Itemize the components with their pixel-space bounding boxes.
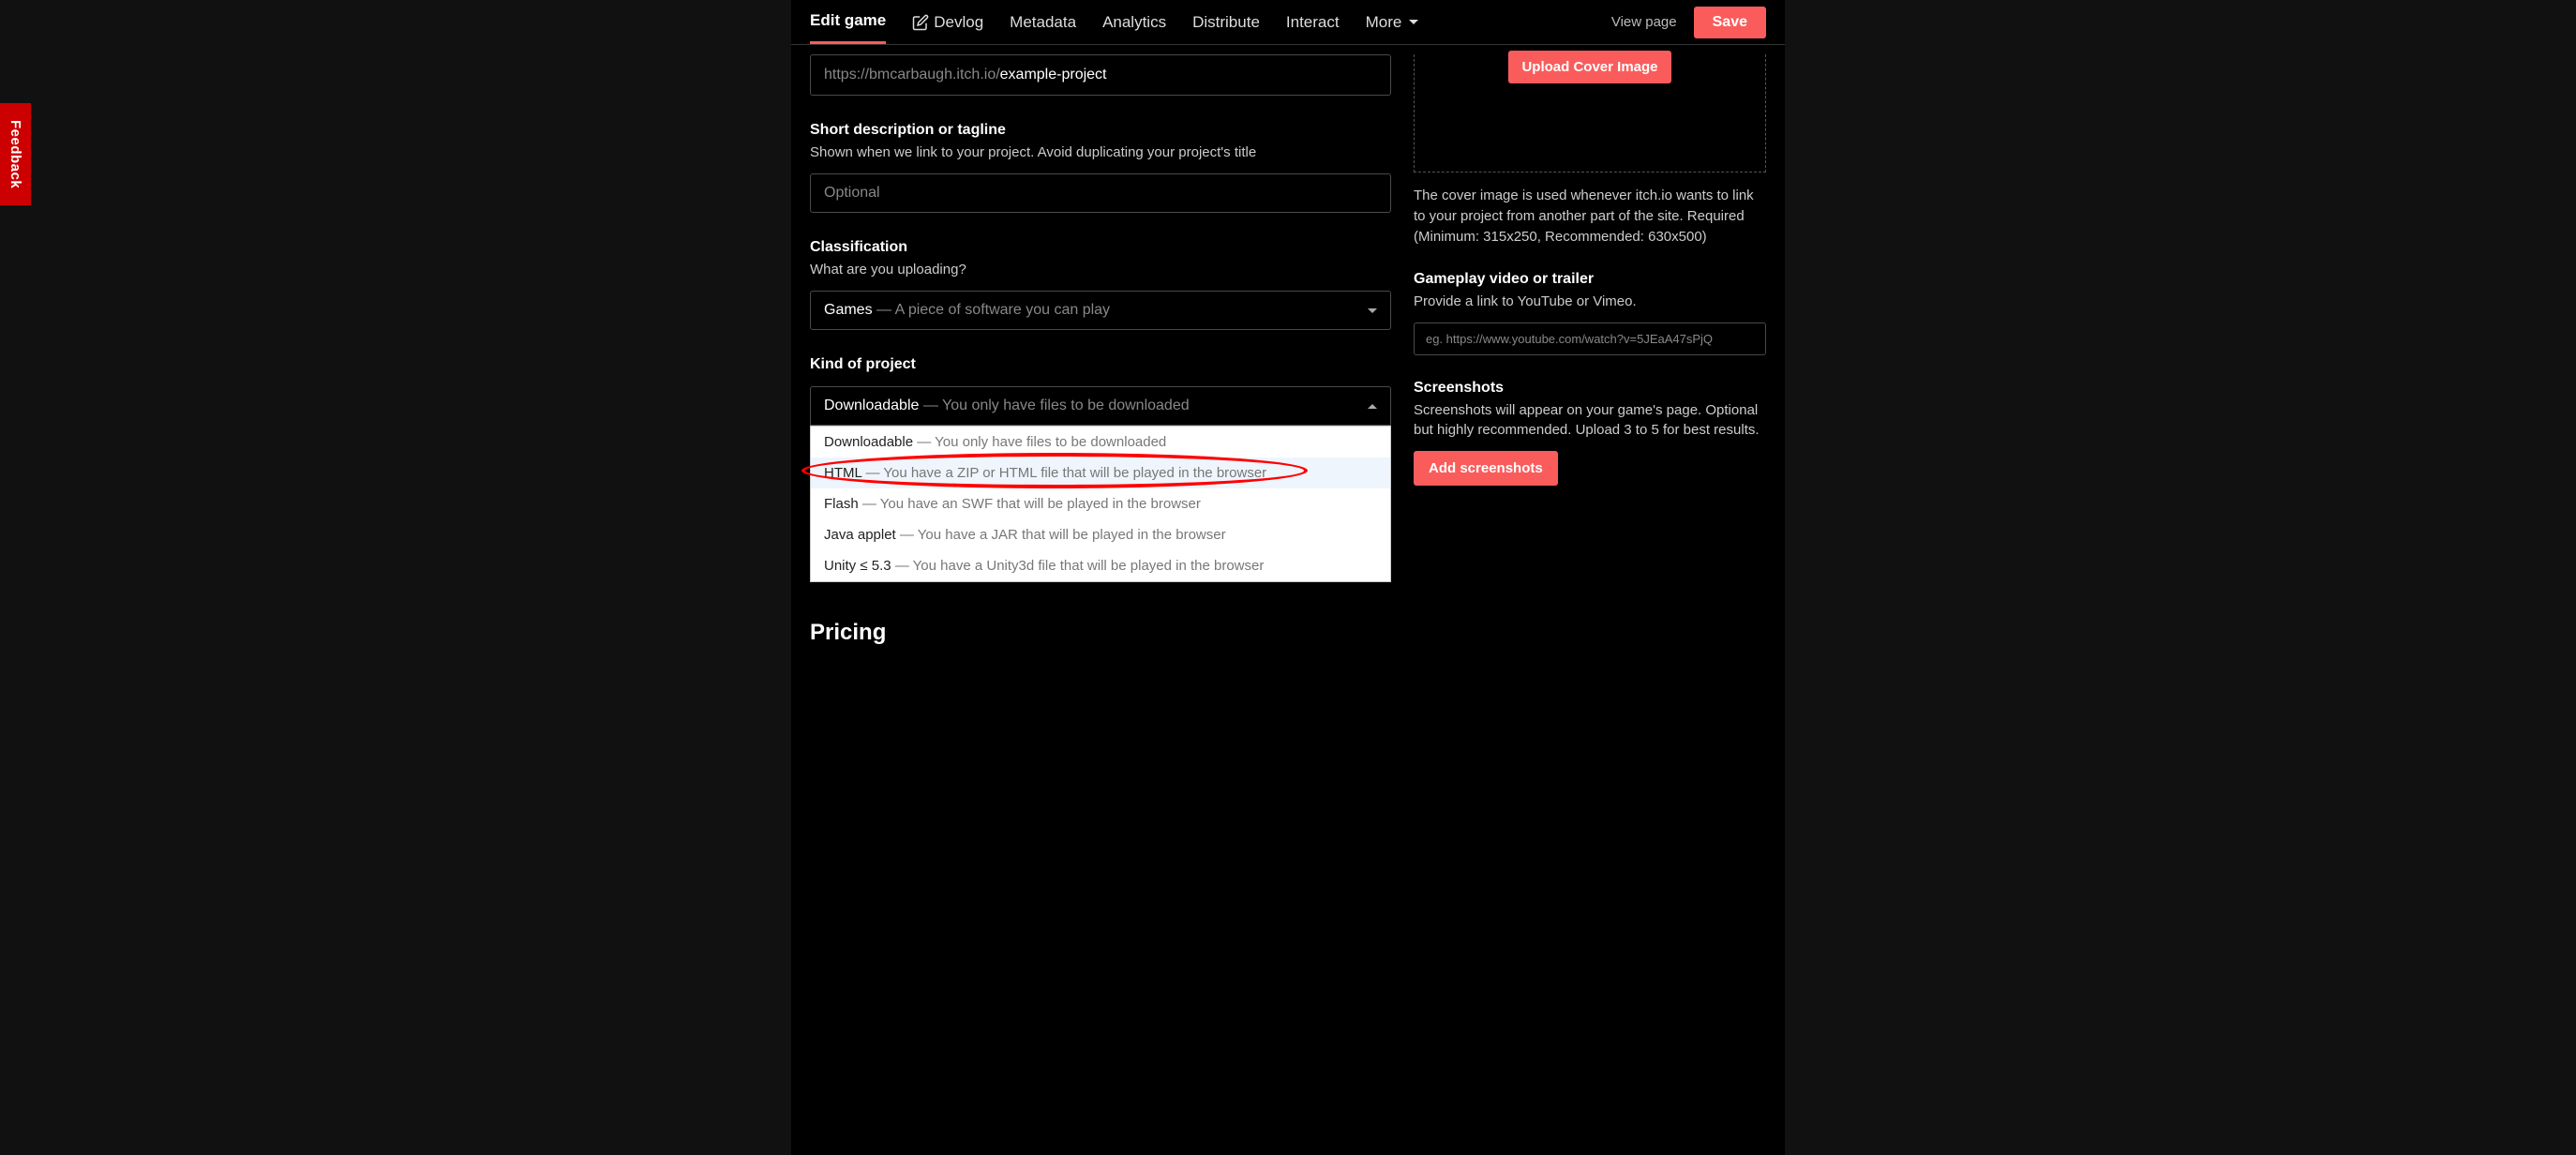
kind-value-desc: — You only have files to be downloaded [919, 398, 1189, 413]
tab-devlog-label: Devlog [934, 13, 983, 32]
option-desc: — You have a Unity3d file that will be p… [891, 558, 1265, 574]
chevron-down-icon [1368, 308, 1377, 313]
option-desc: — You have an SWF that will be played in… [859, 496, 1201, 512]
tab-more[interactable]: More [1366, 0, 1419, 44]
option-name: HTML [824, 465, 861, 481]
view-page-link[interactable]: View page [1611, 14, 1677, 30]
tab-analytics[interactable]: Analytics [1102, 0, 1166, 44]
kind-option-html[interactable]: HTML — You have a ZIP or HTML file that … [811, 458, 1390, 488]
kind-option-unity[interactable]: Unity ≤ 5.3 — You have a Unity3d file th… [811, 550, 1390, 581]
kind-select[interactable]: Downloadable — You only have files to be… [810, 386, 1391, 426]
video-hint: Provide a link to YouTube or Vimeo. [1414, 292, 1766, 311]
cover-hint: The cover image is used whenever itch.io… [1414, 186, 1766, 247]
screenshots-label: Screenshots [1414, 380, 1766, 397]
option-desc: — You have a JAR that will be played in … [896, 527, 1226, 543]
option-name: Unity ≤ 5.3 [824, 558, 891, 574]
url-prefix: https://bmcarbaugh.itch.io/ [824, 67, 1000, 82]
kind-option-java[interactable]: Java applet — You have a JAR that will b… [811, 519, 1390, 550]
main-container: Edit game Devlog Metadata Analytics Dist… [791, 0, 1785, 1155]
classification-hint: What are you uploading? [810, 260, 1391, 279]
kind-option-flash[interactable]: Flash — You have an SWF that will be pla… [811, 488, 1390, 519]
classification-value: Games [824, 302, 873, 318]
kind-dropdown: Downloadable — You only have files to be… [810, 426, 1391, 582]
pricing-heading: Pricing [810, 620, 1391, 646]
add-screenshots-button[interactable]: Add screenshots [1414, 451, 1558, 486]
chevron-down-icon [1409, 20, 1418, 24]
kind-option-downloadable[interactable]: Downloadable — You only have files to be… [811, 427, 1390, 458]
option-name: Flash [824, 496, 859, 512]
classification-select[interactable]: Games — A piece of software you can play [810, 291, 1391, 330]
tab-more-label: More [1366, 13, 1402, 32]
url-slug: example-project [1000, 67, 1107, 82]
upload-cover-button[interactable]: Upload Cover Image [1508, 51, 1670, 83]
short-desc-input[interactable] [810, 173, 1391, 213]
classification-value-desc: — A piece of software you can play [873, 302, 1110, 318]
option-desc: — You have a ZIP or HTML file that will … [861, 465, 1266, 481]
option-desc: — You only have files to be downloaded [913, 434, 1166, 450]
tab-edit-game[interactable]: Edit game [810, 0, 886, 44]
option-name: Downloadable [824, 434, 913, 450]
cover-upload-area: Upload Cover Image [1414, 54, 1766, 172]
classification-label: Classification [810, 239, 1391, 256]
chevron-up-icon [1368, 404, 1377, 409]
top-nav: Edit game Devlog Metadata Analytics Dist… [791, 0, 1785, 45]
tab-devlog[interactable]: Devlog [912, 0, 983, 44]
project-url-field[interactable]: https://bmcarbaugh.itch.io/example-proje… [810, 54, 1391, 96]
kind-value: Downloadable [824, 398, 919, 413]
devlog-icon [912, 14, 929, 31]
short-desc-label: Short description or tagline [810, 122, 1391, 139]
tab-interact[interactable]: Interact [1286, 0, 1340, 44]
tab-distribute[interactable]: Distribute [1192, 0, 1260, 44]
feedback-tab[interactable]: Feedback [0, 103, 31, 205]
short-desc-hint: Shown when we link to your project. Avoi… [810, 142, 1391, 162]
kind-label: Kind of project [810, 356, 1391, 373]
screenshots-hint: Screenshots will appear on your game's p… [1414, 400, 1766, 440]
option-name: Java applet [824, 527, 896, 543]
video-url-input[interactable] [1414, 322, 1766, 355]
video-label: Gameplay video or trailer [1414, 271, 1766, 288]
save-button[interactable]: Save [1694, 7, 1766, 38]
tab-metadata[interactable]: Metadata [1010, 0, 1076, 44]
